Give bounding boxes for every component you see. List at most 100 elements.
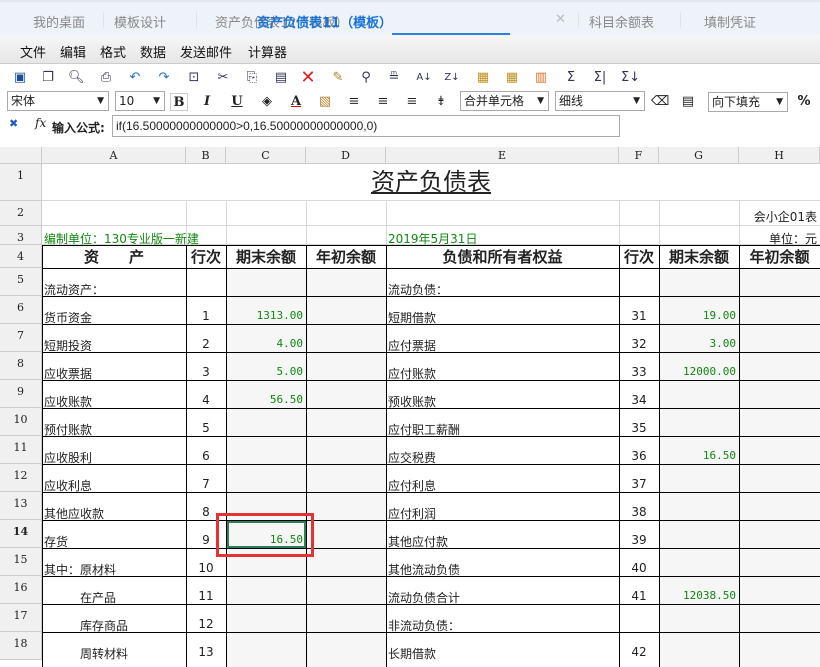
find-icon[interactable]: ⚲ <box>358 70 374 86</box>
align-center-icon[interactable]: ≡ <box>374 93 392 111</box>
tab-balance-sheet-11[interactable]: 资产负债表11（模板） <box>257 12 392 31</box>
font-size-select[interactable]: 10 ▼ <box>115 91 165 111</box>
menu-edit[interactable]: 编辑 <box>60 42 86 61</box>
row-header[interactable]: 2 <box>0 201 42 226</box>
column-header-h[interactable]: H <box>739 147 820 164</box>
align-right-icon[interactable]: ≡ <box>403 93 421 111</box>
redo-icon[interactable]: ↷ <box>156 70 172 86</box>
brush-icon[interactable]: ✎ <box>330 70 346 86</box>
row-header[interactable]: 1 <box>0 164 42 201</box>
formula-input[interactable]: if(16.50000000000000>0,16.50000000000000… <box>112 115 620 137</box>
column-header-b[interactable]: B <box>186 147 226 164</box>
liability-end-balance[interactable]: 3.00 <box>659 337 739 350</box>
menu-send-mail[interactable]: 发送邮件 <box>180 42 232 61</box>
column-header-d[interactable]: D <box>306 147 386 164</box>
underline-button[interactable]: U <box>228 93 246 111</box>
align-left-icon[interactable]: ≡ <box>345 93 363 111</box>
row-header[interactable]: 9 <box>0 380 42 408</box>
menu-data[interactable]: 数据 <box>140 42 166 61</box>
liability-name: 应付职工薪酬 <box>388 423 461 437</box>
properties-icon[interactable]: ▤ <box>679 93 697 111</box>
tab-close-icon[interactable]: ✕ <box>555 12 566 27</box>
merge-cells-select[interactable]: 合并单元格 ▼ <box>460 91 549 111</box>
paste-icon[interactable]: ▤ <box>273 70 289 86</box>
asset-name: 其中：原材料 <box>44 563 117 577</box>
table-rule <box>306 245 307 667</box>
fill-down-select[interactable]: 向下填充 ▼ <box>708 92 788 112</box>
tab-voucher[interactable]: 填制凭证 <box>704 12 756 31</box>
sort-asc-icon[interactable]: A↓ <box>416 70 432 86</box>
column-header-g[interactable]: G <box>659 147 739 164</box>
asset-end-balance[interactable]: 1313.00 <box>226 309 306 322</box>
menu-format[interactable]: 格式 <box>100 42 126 61</box>
row-header[interactable]: 5 <box>0 268 42 296</box>
row-header[interactable]: 3 <box>0 226 42 245</box>
row-header[interactable]: 16 <box>0 576 42 604</box>
replace-icon[interactable]: ≞ <box>386 70 402 86</box>
select-all-corner[interactable] <box>0 147 42 164</box>
column-header-f[interactable]: F <box>619 147 659 164</box>
tab-desktop[interactable]: 我的桌面 <box>33 12 85 31</box>
tab-template-design[interactable]: 模板设计 <box>114 12 166 31</box>
row-header[interactable]: 4 <box>0 245 42 268</box>
asset-name: 周转材料 <box>44 647 129 661</box>
eraser-icon[interactable]: ⌫ <box>651 93 669 111</box>
cut-icon[interactable]: ✂ <box>215 70 231 86</box>
liability-end-balance[interactable]: 19.00 <box>659 309 739 322</box>
row-header[interactable]: 6 <box>0 296 42 324</box>
font-select[interactable]: 宋体 ▼ <box>7 91 109 111</box>
column-icon[interactable]: ▥ <box>533 70 549 86</box>
border-style-select[interactable]: 细线 ▼ <box>555 91 645 111</box>
sum-icon[interactable]: Σ <box>563 70 579 86</box>
font-color-button[interactable]: A <box>287 93 305 111</box>
row-header[interactable]: 11 <box>0 436 42 464</box>
sum-row-icon[interactable]: Σ| <box>592 70 608 86</box>
liability-line-no: 38 <box>631 505 647 519</box>
select-icon[interactable]: ⊡ <box>186 70 202 86</box>
copy-icon[interactable]: ⎘ <box>244 70 260 86</box>
cancel-formula-icon[interactable]: ✖ <box>9 117 18 130</box>
save-as-icon[interactable]: ❐ <box>40 70 56 86</box>
sort-desc-icon[interactable]: Z↓ <box>444 70 460 86</box>
wrap-text-icon[interactable]: ⇟ <box>432 93 450 111</box>
menu-file[interactable]: 文件 <box>20 42 46 61</box>
asset-end-balance[interactable]: 56.50 <box>226 393 306 406</box>
paste-values-icon[interactable]: ▦ <box>504 70 520 86</box>
undo-icon[interactable]: ↶ <box>127 70 143 86</box>
liability-end-balance[interactable]: 12038.50 <box>659 589 739 602</box>
print-icon[interactable]: ⎙ <box>98 70 114 86</box>
row-header[interactable]: 7 <box>0 324 42 352</box>
row-header[interactable]: 14 <box>0 520 42 548</box>
column-header-a[interactable]: A <box>42 147 186 164</box>
italic-button[interactable]: I <box>198 93 216 111</box>
tab-account-balance[interactable]: 科目余额表 <box>589 12 654 31</box>
row-header[interactable]: 10 <box>0 408 42 436</box>
print-preview-icon[interactable]: 🔍︎ <box>68 70 85 86</box>
liability-end-balance[interactable]: 16.50 <box>659 449 739 462</box>
row-header[interactable]: 13 <box>0 492 42 520</box>
row-header[interactable]: 8 <box>0 352 42 380</box>
liability-line-no: 34 <box>631 393 647 407</box>
column-header-c[interactable]: C <box>226 147 306 164</box>
bold-button[interactable]: B <box>170 93 188 111</box>
asset-end-balance[interactable]: 5.00 <box>226 365 306 378</box>
liability-end-balance[interactable]: 12000.00 <box>659 365 739 378</box>
percent-button[interactable]: % <box>795 93 813 111</box>
border-diagonal-icon[interactable]: ▧ <box>316 93 334 111</box>
save-icon[interactable]: ▣ <box>12 70 28 86</box>
row-header[interactable]: 15 <box>0 548 42 576</box>
fill-color-icon[interactable]: ◈ <box>258 93 276 111</box>
sum-col-icon[interactable]: Σ↓ <box>621 70 640 86</box>
menu-calculator[interactable]: 计算器 <box>248 42 287 61</box>
liability-name: 流动负债： <box>388 283 449 297</box>
table-rule <box>739 245 740 667</box>
delete-icon[interactable]: ✕ <box>300 69 316 87</box>
gridline <box>306 201 307 245</box>
row-header[interactable]: 18 <box>0 632 42 660</box>
row-header[interactable]: 12 <box>0 464 42 492</box>
table-header: 期末余额 <box>668 248 729 266</box>
column-header-e[interactable]: E <box>386 147 619 164</box>
paste-special-icon[interactable]: ▦ <box>475 70 491 86</box>
row-header[interactable]: 17 <box>0 604 42 632</box>
asset-end-balance[interactable]: 4.00 <box>226 337 306 350</box>
